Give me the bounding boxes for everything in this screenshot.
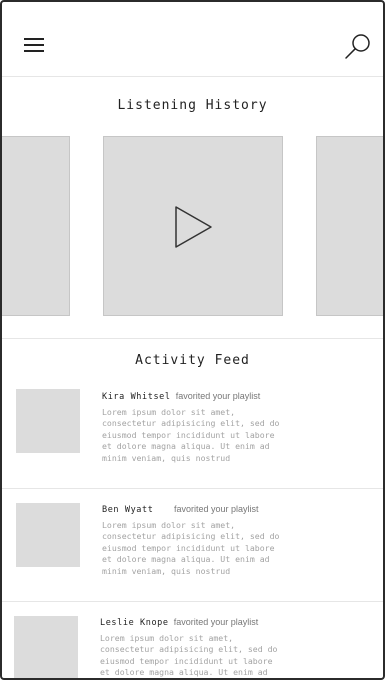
carousel-card-previous[interactable] — [2, 136, 70, 316]
search-icon[interactable] — [343, 32, 373, 62]
section-divider — [2, 338, 383, 339]
feed-item[interactable]: Ben Wyatt favorited your playlist Lorem … — [2, 489, 383, 601]
feed-user-name[interactable]: Ben Wyatt — [102, 505, 153, 515]
feed-text: Ben Wyatt favorited your playlist Lorem … — [102, 503, 322, 577]
play-icon[interactable] — [174, 205, 214, 249]
feed-body-text: Lorem ipsum dolor sit amet, consectetur … — [102, 520, 280, 576]
feed-user-name[interactable]: Kira Whitsel — [102, 392, 171, 402]
app-frame: Listening History Activity Feed Kira Whi… — [0, 0, 385, 680]
feed-avatar[interactable] — [14, 616, 78, 678]
feed-action: favorited your playlist — [173, 617, 259, 627]
feed-user-name[interactable]: Leslie Knope — [100, 618, 169, 628]
feed-body-text: Lorem ipsum dolor sit amet, consectetur … — [102, 407, 280, 463]
feed-action: favorited your playlist — [173, 504, 259, 514]
feed-avatar[interactable] — [16, 389, 80, 453]
hamburger-menu-icon[interactable] — [24, 38, 46, 54]
listening-history-title: Listening History — [117, 98, 268, 113]
feed-avatar[interactable] — [16, 503, 80, 567]
top-bar — [2, 2, 383, 77]
feed-body-text: Lorem ipsum dolor sit amet, consectetur … — [100, 633, 278, 678]
feed-action: favorited your playlist — [175, 391, 261, 401]
feed-text: Kira Whitsel favorited your playlist Lor… — [102, 390, 322, 464]
feed-item[interactable]: Kira Whitsel favorited your playlist Lor… — [2, 376, 383, 488]
feed-item[interactable]: Leslie Knope favorited your playlist Lor… — [2, 602, 383, 678]
activity-feed-title: Activity Feed — [135, 353, 250, 368]
carousel-card-current[interactable] — [103, 136, 283, 316]
carousel-card-next[interactable] — [316, 136, 383, 316]
feed-text: Leslie Knope favorited your playlist Lor… — [100, 616, 320, 678]
